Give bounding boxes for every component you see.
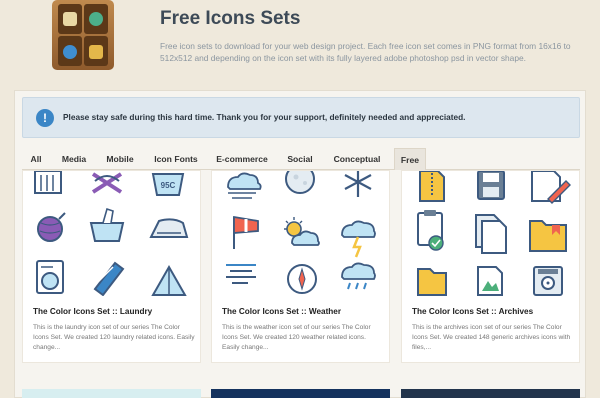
icon-set-card-preview[interactable] [211,389,390,398]
zipper-file-icon [419,171,445,202]
icon-set-card-preview[interactable] [401,389,580,398]
card-title[interactable]: The Color Icons Set :: Archives [412,307,533,316]
image-file-icon [477,266,503,296]
icon-box-logo[interactable] [50,0,116,76]
wool-icon [37,212,66,242]
category-tabs: All Media Mobile Icon Fonts E-commerce S… [22,148,580,170]
svg-text:95C: 95C [161,181,176,190]
icon-set-card-weather[interactable]: The Color Icons Set :: Weather This is t… [211,170,390,363]
alert-message: Please stay safe during this hard time. … [63,112,466,122]
floppy-disk-icon [477,171,505,200]
info-icon: ! [36,109,54,127]
info-alert: ! Please stay safe during this hard time… [22,97,580,138]
folder-icon [529,220,567,252]
edit-document-icon [531,171,571,204]
windsock-icon [233,215,259,249]
copy-files-icon [475,214,507,254]
icon-set-card-laundry[interactable]: 95C The Color Icons Set:: Laundry This … [22,170,201,363]
page-header: Free Icons Sets Free icon sets to downlo… [0,0,600,88]
archives-icons-preview[interactable] [402,171,579,296]
card-description: This is the laundry icon set of our seri… [33,324,195,351]
icon-set-card-archives[interactable]: The Color Icons Set :: Archives This is … [401,170,580,363]
tab-conceptual[interactable]: Conceptual [327,148,387,170]
tab-free[interactable]: Free [394,148,426,170]
tab-icon-fonts[interactable]: Icon Fonts [148,148,204,170]
tab-mobile[interactable]: Mobile [100,148,140,170]
do-not-wash-icon [91,172,123,194]
clipboard-check-icon [417,210,444,251]
icon-set-card-preview[interactable] [22,389,201,398]
rain-cloud-icon [341,262,376,290]
laundry-icons-preview[interactable]: 95C [23,171,200,296]
wind-cloud-icon [227,172,262,199]
moon-icon [285,171,315,194]
card-description: This is the weather icon set of our seri… [222,324,371,351]
card-title[interactable]: The Color Icons Set :: Laundry [33,307,152,316]
drying-rack-icon [151,264,187,296]
tab-media[interactable]: Media [55,148,93,170]
card-title[interactable]: The Color Icons Set :: Weather [222,307,341,316]
disk-icon [533,266,563,296]
washing-machine-icon [36,260,64,294]
snowflake-icon [344,171,372,197]
thunderstorm-icon [341,220,376,258]
page-description: Free icon sets to download for your web … [160,41,571,63]
tab-social[interactable]: Social [280,148,320,170]
weather-icons-preview[interactable] [212,171,389,296]
hand-wash-icon [89,207,125,242]
twisted-towel-icon [93,261,125,296]
tab-e-commerce[interactable]: E-commerce [212,148,272,170]
fog-icon [226,264,256,284]
iron-icon [149,218,189,238]
card-description: This is the archives icon set of our ser… [412,324,571,351]
sun-cloud-icon [284,217,320,246]
laundry-tag-icon [34,171,62,194]
tab-all[interactable]: All [22,148,50,170]
wash-95-icon: 95C [151,173,185,196]
compass-icon [287,264,317,294]
page-title: Free Icons Sets [160,8,301,29]
open-folder-icon [417,268,447,296]
